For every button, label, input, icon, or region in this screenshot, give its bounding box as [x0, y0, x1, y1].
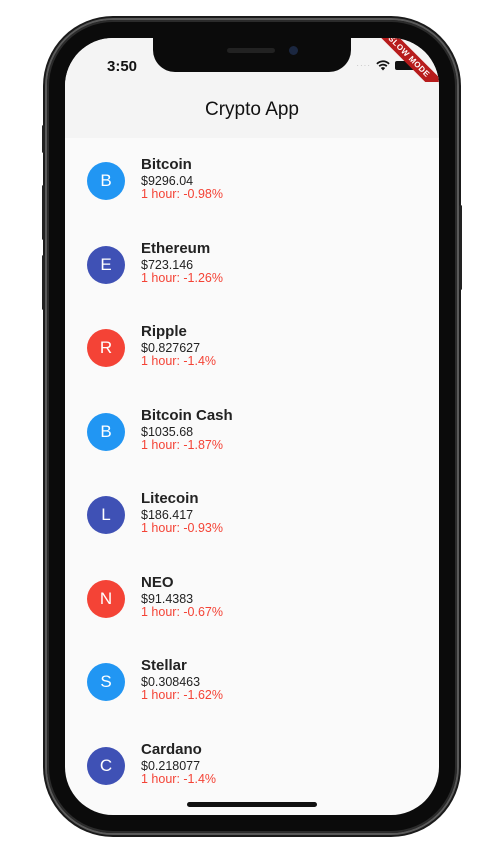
coin-name: Ripple [141, 323, 187, 340]
coin-name: Bitcoin Cash [141, 406, 233, 424]
signal-dots-icon: ···· [356, 61, 371, 70]
list-item[interactable]: L Litecoin $186.417 1 hour: -0.93% [65, 490, 439, 560]
coin-change: 1 hour: -1.4% [141, 771, 217, 786]
coin-price: $0.218077 [141, 758, 201, 773]
coin-change: 1 hour: -0.98% [141, 187, 223, 201]
status-time: 3:50 [107, 58, 138, 75]
coin-name: Stellar [141, 657, 187, 674]
coin-change: 1 hour: -1.26% [141, 270, 223, 285]
coin-avatar: B [87, 162, 125, 200]
screen: 3:50 ···· SLOW MODE Crypto App B Bitcoin $… [65, 38, 439, 815]
coin-avatar: L [87, 496, 125, 534]
coin-price: $91.4383 [141, 591, 194, 606]
coin-avatar: C [87, 746, 125, 785]
coin-name: Ethereum [141, 239, 211, 257]
coin-change: 1 hour: -1.62% [141, 688, 223, 702]
coin-change: 1 hour: -1.4% [141, 354, 217, 368]
coin-name: Cardano [141, 740, 202, 758]
list-item[interactable]: R Ripple $0.827627 1 hour: -1.4% [65, 323, 439, 393]
app-bar: Crypto App [65, 82, 439, 138]
list-item[interactable]: E Ethereum $723.146 1 hour: -1.26% [65, 240, 439, 310]
coin-price: $186.417 [141, 508, 194, 522]
coin-change: 1 hour: -0.67% [141, 604, 223, 619]
status-bar: 3:50 ···· SLOW MODE [65, 38, 439, 104]
home-indicator[interactable] [187, 802, 317, 807]
volume-up-button [42, 185, 45, 240]
coin-avatar: N [87, 579, 125, 618]
front-camera [289, 46, 298, 55]
coin-avatar: S [87, 663, 125, 701]
speaker-grille [227, 48, 275, 53]
coin-avatar: E [87, 245, 125, 284]
list-item[interactable]: N NEO $91.4383 1 hour: -0.67% [65, 574, 439, 644]
coin-change: 1 hour: -0.93% [141, 521, 223, 535]
phone-frame: 3:50 ···· SLOW MODE Crypto App B Bitcoin $… [42, 20, 462, 833]
power-button [459, 205, 462, 290]
coin-change: 1 hour: -1.87% [141, 437, 223, 452]
list-item[interactable]: C Cardano $0.218077 1 hour: -1.4% [65, 741, 439, 811]
coin-price: $0.827627 [141, 341, 201, 355]
coin-avatar: B [87, 412, 125, 451]
mute-switch [42, 125, 45, 153]
page-title: Crypto App [205, 99, 299, 120]
coin-avatar: R [87, 329, 125, 367]
coin-price: $0.308463 [141, 675, 201, 689]
list-item[interactable]: S Stellar $0.308463 1 hour: -1.62% [65, 657, 439, 727]
coin-name: NEO [141, 573, 174, 591]
coin-price: $1035.68 [141, 424, 194, 439]
volume-down-button [42, 255, 45, 310]
coin-name: Litecoin [141, 490, 199, 507]
coin-name: Bitcoin [141, 156, 192, 173]
wifi-icon [376, 60, 390, 71]
coin-price: $9296.04 [141, 174, 194, 188]
coin-price: $723.146 [141, 257, 194, 272]
notch [153, 38, 351, 72]
list-item[interactable]: B Bitcoin $9296.04 1 hour: -0.98% [65, 156, 439, 226]
list-item[interactable]: B Bitcoin Cash $1035.68 1 hour: -1.87% [65, 407, 439, 477]
